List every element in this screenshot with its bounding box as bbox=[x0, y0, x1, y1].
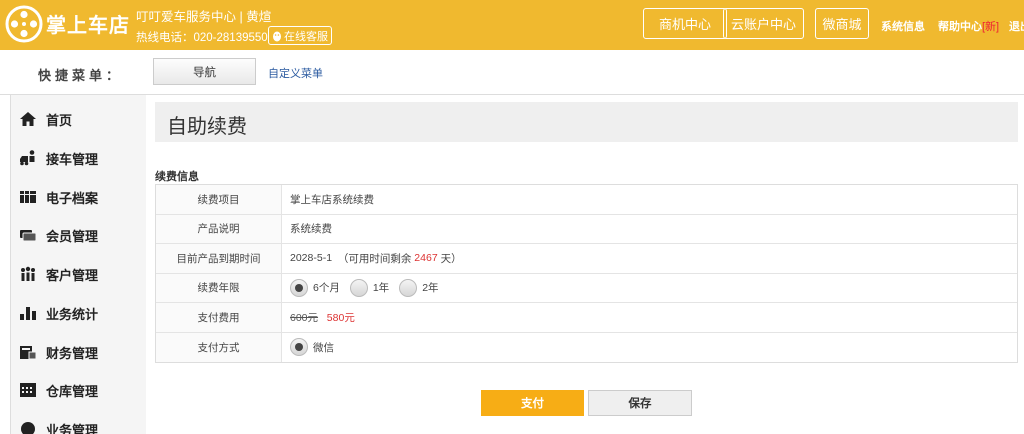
page-title-bar: 自助续费 bbox=[155, 102, 1018, 142]
period-option-label: 6个月 bbox=[313, 282, 340, 295]
section-title: 续费信息 bbox=[155, 171, 199, 183]
custom-menu-link[interactable]: 自定义菜单 bbox=[268, 65, 323, 81]
sidebar-item-label: 客户管理 bbox=[46, 267, 99, 283]
expiry-label: 目前产品到期时间 bbox=[156, 244, 282, 273]
page-title: 自助续费 bbox=[167, 116, 247, 138]
online-service-label: 在线客服 bbox=[284, 30, 328, 43]
table-row: 产品说明 系统续费 bbox=[156, 214, 1017, 244]
sidebar-item-label: 财务管理 bbox=[46, 345, 99, 361]
renewal-period-label: 续费年限 bbox=[156, 273, 282, 302]
business-icon bbox=[21, 422, 35, 434]
brand-title: 掌上车店 bbox=[46, 15, 130, 37]
sidebar-item-label: 会员管理 bbox=[46, 228, 99, 244]
qq-penguin-icon bbox=[273, 31, 281, 41]
sidebar-item-label: 电子档案 bbox=[46, 190, 99, 206]
help-center-label: 帮助中心 bbox=[938, 21, 982, 33]
renewal-item-value: 掌上车店系统续费 bbox=[290, 193, 374, 206]
renewal-period-options: 6个月 1年 2年 bbox=[282, 274, 1017, 303]
bar-chart-icon bbox=[20, 307, 36, 320]
business-center-button[interactable]: 商机中心 bbox=[643, 8, 727, 39]
remain-suffix: 天） bbox=[440, 252, 462, 265]
warehouse-icon bbox=[20, 383, 36, 397]
radio-unselected-icon bbox=[349, 278, 368, 297]
fee-value: 600元 580元 bbox=[282, 303, 1017, 332]
top-header: 掌上车店 叮叮爱车服务中心 | 黄煊 热线电话：020-28139550 在线客… bbox=[0, 0, 1024, 50]
sidebar-item-home[interactable]: 首页 bbox=[19, 109, 72, 129]
expiry-date: 2028-5-1 bbox=[290, 252, 333, 265]
new-badge: [新] bbox=[982, 21, 1000, 33]
table-row: 支付方式 微信 bbox=[156, 332, 1017, 363]
sidebar-item-business[interactable]: 业务管理 bbox=[19, 419, 98, 434]
remain-days: 2467 bbox=[414, 252, 438, 265]
micro-mall-button[interactable]: 微商城 bbox=[815, 8, 869, 39]
hotline-text: 热线电话：020-28139550 bbox=[136, 32, 268, 44]
quick-menu-label: 快捷菜单： bbox=[38, 68, 124, 83]
sidebar: 首页 接车管理 电子档案 会员管理 客户管理 业务统计 财务管理 仓库管理 业务… bbox=[10, 95, 146, 434]
cloud-account-button[interactable]: 云账户中心 bbox=[723, 8, 804, 39]
sidebar-item-members[interactable]: 会员管理 bbox=[19, 225, 98, 245]
sidebar-item-archive[interactable]: 电子档案 bbox=[19, 187, 98, 207]
finance-icon bbox=[20, 346, 37, 360]
discount-price: 580元 bbox=[326, 311, 355, 324]
sidebar-item-label: 首页 bbox=[46, 112, 73, 128]
sidebar-item-car-reception[interactable]: 接车管理 bbox=[19, 148, 98, 168]
fee-label: 支付费用 bbox=[156, 303, 282, 332]
sidebar-item-label: 仓库管理 bbox=[46, 383, 99, 399]
table-row: 支付费用 600元 580元 bbox=[156, 303, 1017, 333]
sidebar-item-warehouse[interactable]: 仓库管理 bbox=[19, 380, 98, 400]
navigation-button[interactable]: 导航 bbox=[153, 58, 256, 85]
home-icon bbox=[20, 112, 36, 126]
film-reel-logo-icon bbox=[5, 5, 43, 43]
sidebar-item-label: 接车管理 bbox=[46, 151, 99, 167]
table-row: 目前产品到期时间 2028-5-1 （可用时间剩余 2467 天） bbox=[156, 244, 1017, 274]
pay-button[interactable]: 支付 bbox=[481, 390, 584, 416]
logout-link[interactable]: 退出 bbox=[1009, 18, 1024, 34]
period-option-label: 1年 bbox=[372, 282, 390, 295]
expiry-value: 2028-5-1 （可用时间剩余 2467 天） bbox=[282, 244, 1017, 273]
customers-icon bbox=[21, 266, 35, 281]
member-card-icon bbox=[20, 230, 37, 242]
payment-option-label: 微信 bbox=[313, 341, 334, 354]
store-name: 叮叮爱车服务中心 | 黄煊 bbox=[136, 10, 272, 24]
remain-prefix: （可用时间剩余 bbox=[337, 252, 412, 265]
archive-icon bbox=[20, 191, 36, 203]
radio-selected-icon bbox=[290, 278, 308, 297]
payment-method-label: 支付方式 bbox=[156, 332, 282, 362]
payment-method-options: 微信 bbox=[282, 333, 1017, 363]
payment-option-wechat[interactable]: 微信 bbox=[290, 338, 334, 357]
sidebar-item-customers[interactable]: 客户管理 bbox=[19, 264, 98, 284]
table-row: 续费项目 掌上车店系统续费 bbox=[156, 185, 1017, 215]
sidebar-item-statistics[interactable]: 业务统计 bbox=[19, 303, 98, 323]
renewal-form-table: 续费项目 掌上车店系统续费 产品说明 系统续费 目前产品到期时间 2028-5-… bbox=[155, 184, 1018, 363]
divider bbox=[0, 94, 1024, 95]
original-price: 600元 bbox=[290, 311, 319, 324]
period-option-2-years[interactable]: 2年 bbox=[399, 278, 439, 297]
period-option-6-months[interactable]: 6个月 bbox=[290, 278, 340, 297]
system-info-link[interactable]: 系统信息 bbox=[881, 18, 925, 34]
table-row: 续费年限 6个月 1年 2年 bbox=[156, 273, 1017, 303]
radio-unselected-icon bbox=[399, 278, 418, 297]
product-desc-value: 系统续费 bbox=[290, 223, 332, 236]
sidebar-item-label: 业务统计 bbox=[46, 306, 99, 322]
period-option-label: 2年 bbox=[422, 282, 439, 295]
help-center-link[interactable]: 帮助中心[新] bbox=[938, 18, 999, 34]
sidebar-item-finance[interactable]: 财务管理 bbox=[19, 342, 98, 362]
radio-selected-icon bbox=[290, 338, 308, 357]
online-service-button[interactable]: 在线客服 bbox=[268, 26, 332, 45]
period-option-1-year[interactable]: 1年 bbox=[349, 278, 390, 297]
product-desc-label: 产品说明 bbox=[156, 214, 282, 243]
renewal-item-label: 续费项目 bbox=[156, 185, 282, 214]
car-reception-icon bbox=[20, 150, 35, 166]
save-button[interactable]: 保存 bbox=[588, 390, 692, 416]
sidebar-item-label: 业务管理 bbox=[46, 422, 99, 434]
